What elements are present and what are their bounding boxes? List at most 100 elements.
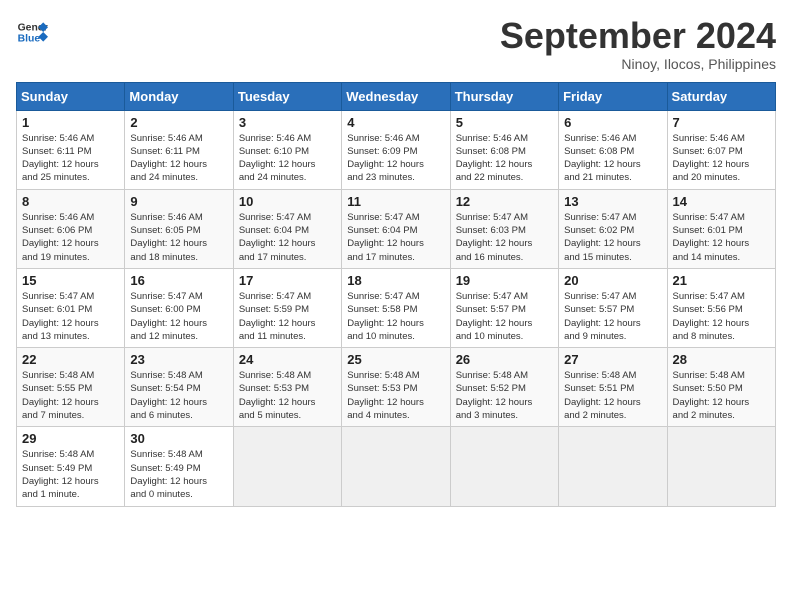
day-info: Sunrise: 5:47 AMSunset: 6:01 PMDaylight:… [22,290,119,343]
day-info: Sunrise: 5:47 AMSunset: 5:57 PMDaylight:… [456,290,553,343]
calendar-cell: 11 Sunrise: 5:47 AMSunset: 6:04 PMDayligh… [342,189,450,268]
day-number: 7 [673,115,770,130]
calendar-cell: 9Sunrise: 5:46 AMSunset: 6:05 PMDaylight… [125,189,233,268]
calendar-cell: 1Sunrise: 5:46 AMSunset: 6:11 PMDaylight… [17,110,125,189]
calendar-cell [559,427,667,506]
day-info: Sunrise: 5:47 AMSunset: 5:56 PMDaylight:… [673,290,770,343]
weekday-saturday: Saturday [667,82,775,110]
calendar-body: 1 Sunrise: 5:46 AMSunset: 6:11 PMDaylight… [17,110,776,506]
day-info: Sunrise: 5:47 AMSunset: 6:03 PMDaylight:… [456,211,553,264]
day-info: Sunrise: 5:46 AMSunset: 6:11 PMDaylight:… [130,132,227,185]
day-info: Sunrise: 5:46 AMSunset: 6:06 PMDaylight:… [22,211,119,264]
calendar-cell: 30Sunrise: 5:48 AMSunset: 5:49 PMDayligh… [125,427,233,506]
day-info: Sunrise: 5:48 AMSunset: 5:53 PMDaylight:… [347,369,444,422]
calendar-cell: 2 Sunrise: 5:46 AMSunset: 6:11 PMDaylight… [125,110,233,189]
day-number: 17 [239,273,336,288]
day-number: 8 [22,194,119,209]
logo-icon: General Blue [16,16,48,48]
day-number: 12 [456,194,553,209]
day-number: 10 [239,194,336,209]
weekday-sunday: Sunday [17,82,125,110]
day-number: 3 [239,115,336,130]
calendar-cell [450,427,558,506]
day-info: Sunrise: 5:48 AMSunset: 5:54 PMDaylight:… [130,369,227,422]
location-subtitle: Ninoy, Ilocos, Philippines [500,56,776,72]
month-title: September 2024 [500,16,776,56]
day-info: Sunrise: 5:46 AMSunset: 6:08 PMDaylight:… [564,132,661,185]
day-info: Sunrise: 5:47 AMSunset: 6:04 PMDaylight:… [239,211,336,264]
day-number: 24 [239,352,336,367]
day-info: Sunrise: 5:48 AMSunset: 5:49 PMDaylight:… [22,448,119,501]
calendar-cell: 29 Sunrise: 5:48 AMSunset: 5:49 PMDayligh… [17,427,125,506]
day-info: Sunrise: 5:47 AMSunset: 5:58 PMDaylight:… [347,290,444,343]
day-number: 11 [347,194,444,209]
calendar-week-4: 22 Sunrise: 5:48 AMSunset: 5:55 PMDayligh… [17,348,776,427]
svg-text:Blue: Blue [18,34,41,45]
title-block: September 2024 Ninoy, Ilocos, Philippine… [500,16,776,72]
day-info: Sunrise: 5:48 AMSunset: 5:52 PMDaylight:… [456,369,553,422]
calendar-cell: 16Sunrise: 5:47 AMSunset: 6:00 PMDayligh… [125,268,233,347]
weekday-friday: Friday [559,82,667,110]
calendar-cell: 19 Sunrise: 5:47 AMSunset: 5:57 PMDayligh… [450,268,558,347]
calendar-cell: 3 Sunrise: 5:46 AMSunset: 6:10 PMDaylight… [233,110,341,189]
day-number: 20 [564,273,661,288]
day-info: Sunrise: 5:46 AMSunset: 6:08 PMDaylight:… [456,132,553,185]
calendar-cell: 7 Sunrise: 5:46 AMSunset: 6:07 PMDaylight… [667,110,775,189]
day-number: 19 [456,273,553,288]
calendar-table: SundayMondayTuesdayWednesdayThursdayFrid… [16,82,776,507]
calendar-cell: 21Sunrise: 5:47 AMSunset: 5:56 PMDayligh… [667,268,775,347]
calendar-cell: 10 Sunrise: 5:47 AMSunset: 6:04 PMDayligh… [233,189,341,268]
weekday-wednesday: Wednesday [342,82,450,110]
calendar-cell: 15 Sunrise: 5:47 AMSunset: 6:01 PMDayligh… [17,268,125,347]
day-number: 29 [22,431,119,446]
day-info: Sunrise: 5:47 AMSunset: 6:01 PMDaylight:… [673,211,770,264]
day-info: Sunrise: 5:47 AMSunset: 5:59 PMDaylight:… [239,290,336,343]
calendar-cell [667,427,775,506]
day-number: 30 [130,431,227,446]
day-info: Sunrise: 5:46 AMSunset: 6:07 PMDaylight:… [673,132,770,185]
day-number: 23 [130,352,227,367]
calendar-cell: 20 Sunrise: 5:47 AMSunset: 5:57 PMDayligh… [559,268,667,347]
day-info: Sunrise: 5:46 AMSunset: 6:09 PMDaylight:… [347,132,444,185]
calendar-cell: 14Sunrise: 5:47 AMSunset: 6:01 PMDayligh… [667,189,775,268]
day-number: 9 [130,194,227,209]
day-number: 15 [22,273,119,288]
day-info: Sunrise: 5:48 AMSunset: 5:50 PMDaylight:… [673,369,770,422]
calendar-cell: 6Sunrise: 5:46 AMSunset: 6:08 PMDaylight… [559,110,667,189]
calendar-cell: 12 Sunrise: 5:47 AMSunset: 6:03 PMDayligh… [450,189,558,268]
calendar-cell: 18 Sunrise: 5:47 AMSunset: 5:58 PMDayligh… [342,268,450,347]
day-number: 13 [564,194,661,209]
weekday-thursday: Thursday [450,82,558,110]
day-info: Sunrise: 5:46 AMSunset: 6:10 PMDaylight:… [239,132,336,185]
page-header: General Blue September 2024 Ninoy, Iloco… [16,16,776,72]
day-number: 1 [22,115,119,130]
day-number: 22 [22,352,119,367]
calendar-cell: 23 Sunrise: 5:48 AMSunset: 5:54 PMDayligh… [125,348,233,427]
calendar-cell: 22 Sunrise: 5:48 AMSunset: 5:55 PMDayligh… [17,348,125,427]
day-info: Sunrise: 5:48 AMSunset: 5:55 PMDaylight:… [22,369,119,422]
calendar-cell: 5 Sunrise: 5:46 AMSunset: 6:08 PMDaylight… [450,110,558,189]
day-number: 4 [347,115,444,130]
day-info: Sunrise: 5:47 AMSunset: 6:04 PMDaylight:… [347,211,444,264]
day-number: 25 [347,352,444,367]
calendar-cell [233,427,341,506]
day-info: Sunrise: 5:48 AMSunset: 5:53 PMDaylight:… [239,369,336,422]
day-info: Sunrise: 5:47 AMSunset: 5:57 PMDaylight:… [564,290,661,343]
calendar-week-2: 8 Sunrise: 5:46 AMSunset: 6:06 PMDaylight… [17,189,776,268]
calendar-cell: 8 Sunrise: 5:46 AMSunset: 6:06 PMDaylight… [17,189,125,268]
calendar-week-5: 29 Sunrise: 5:48 AMSunset: 5:49 PMDayligh… [17,427,776,506]
day-number: 2 [130,115,227,130]
day-number: 18 [347,273,444,288]
calendar-week-1: 1 Sunrise: 5:46 AMSunset: 6:11 PMDaylight… [17,110,776,189]
calendar-cell: 27Sunrise: 5:48 AMSunset: 5:51 PMDayligh… [559,348,667,427]
calendar-cell: 24 Sunrise: 5:48 AMSunset: 5:53 PMDayligh… [233,348,341,427]
day-number: 27 [564,352,661,367]
day-info: Sunrise: 5:47 AMSunset: 6:02 PMDaylight:… [564,211,661,264]
day-number: 5 [456,115,553,130]
calendar-cell: 17 Sunrise: 5:47 AMSunset: 5:59 PMDayligh… [233,268,341,347]
day-number: 26 [456,352,553,367]
day-info: Sunrise: 5:47 AMSunset: 6:00 PMDaylight:… [130,290,227,343]
calendar-cell: 4 Sunrise: 5:46 AMSunset: 6:09 PMDaylight… [342,110,450,189]
calendar-week-3: 15 Sunrise: 5:47 AMSunset: 6:01 PMDayligh… [17,268,776,347]
logo: General Blue [16,16,48,48]
